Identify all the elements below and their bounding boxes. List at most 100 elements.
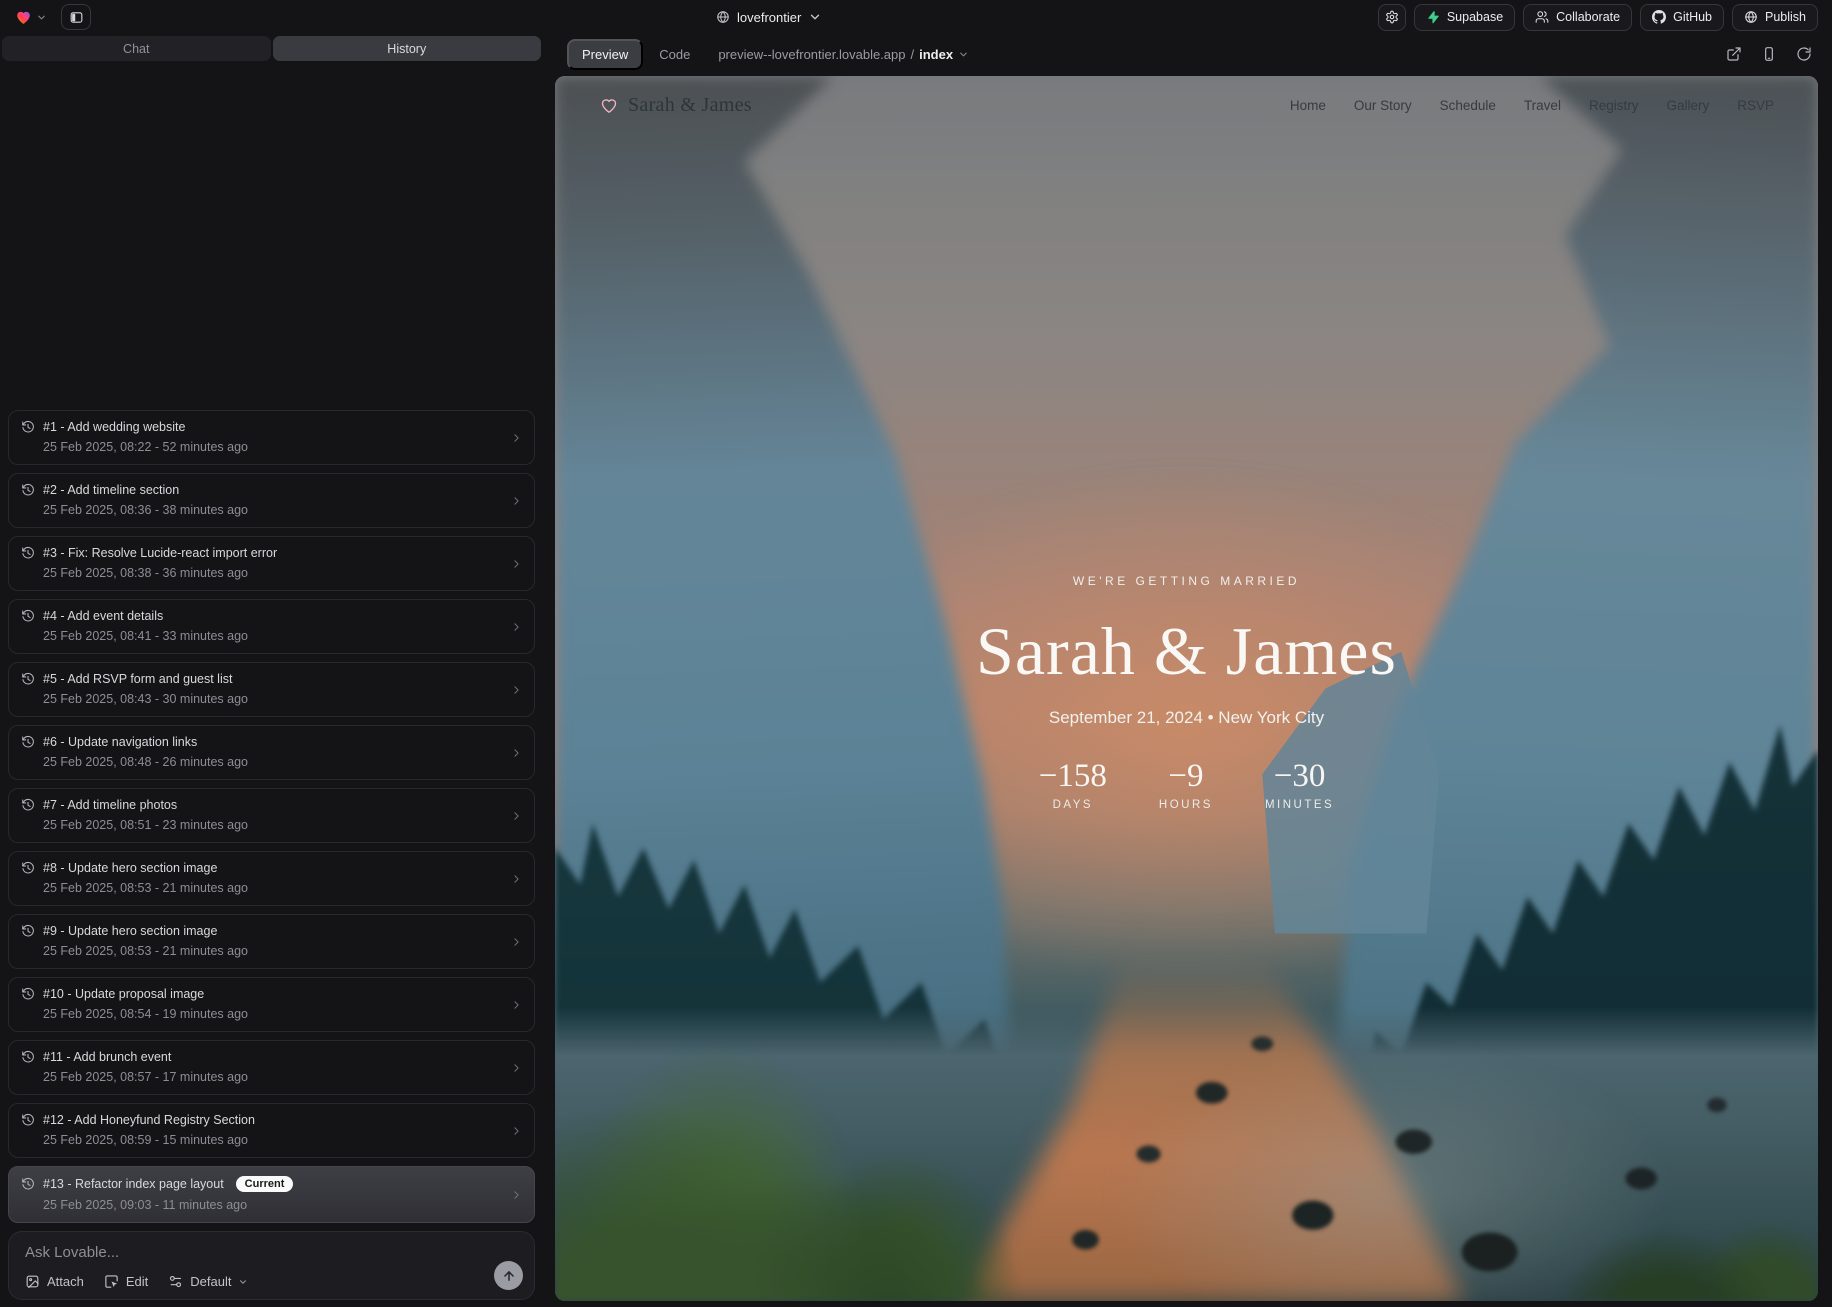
external-link-button[interactable] — [1726, 46, 1742, 62]
smartphone-button[interactable] — [1761, 46, 1777, 62]
site-header: Sarah & James Home Our Story Schedule Trave… — [555, 76, 1818, 134]
history-item[interactable]: #2 - Add timeline section25 Feb 2025, 08… — [8, 473, 535, 528]
history-icon — [21, 1177, 35, 1191]
preview-tool-buttons — [1726, 46, 1812, 62]
project-selector[interactable]: lovefrontier — [716, 0, 822, 34]
site-brand[interactable]: Sarah & James — [599, 94, 752, 117]
github-label: GitHub — [1673, 10, 1712, 24]
history-icon — [21, 798, 35, 812]
chevron-right-icon — [510, 431, 523, 444]
preview-url-selector[interactable]: preview--lovefrontier.lovable.app / inde… — [718, 47, 969, 62]
supabase-button[interactable]: Supabase — [1414, 4, 1515, 31]
history-item-title: #13 - Refactor index page layout — [43, 1177, 224, 1191]
history-item-timestamp: 25 Feb 2025, 08:48 - 26 minutes ago — [43, 755, 500, 769]
send-button[interactable] — [494, 1261, 523, 1290]
chevron-right-icon — [510, 1188, 523, 1201]
history-item-timestamp: 25 Feb 2025, 08:53 - 21 minutes ago — [43, 944, 500, 958]
history-item-title: #1 - Add wedding website — [43, 420, 185, 434]
site-brand-name: Sarah & James — [628, 94, 752, 117]
hero-content: WE'RE GETTING MARRIED Sarah & James Sept… — [555, 76, 1818, 1301]
chevron-right-icon — [510, 557, 523, 570]
countdown-minutes: −30MINUTES — [1265, 760, 1334, 811]
history-item[interactable]: #8 - Update hero section image25 Feb 202… — [8, 851, 535, 906]
tab-chat[interactable]: Chat — [2, 36, 271, 61]
lovable-app: lovefrontier Supabase Collaborate GitHub Pu… — [0, 0, 1832, 1307]
history-item[interactable]: #5 - Add RSVP form and guest list25 Feb … — [8, 662, 535, 717]
collaborate-label: Collaborate — [1556, 10, 1620, 24]
history-icon — [21, 1113, 35, 1127]
tab-history[interactable]: History — [273, 36, 542, 61]
nav-link-home[interactable]: Home — [1290, 98, 1326, 113]
countdown-value: −158 — [1039, 760, 1107, 793]
history-icon — [21, 546, 35, 560]
publish-button[interactable]: Publish — [1732, 4, 1818, 31]
chevron-right-icon — [510, 494, 523, 507]
history-item-title: #3 - Fix: Resolve Lucide-react import er… — [43, 546, 277, 560]
panel-left-icon — [69, 10, 84, 25]
countdown: −158DAYS−9HOURS−30MINUTES — [1039, 760, 1334, 811]
lovable-menu-button[interactable] — [14, 8, 47, 26]
chevron-right-icon — [510, 872, 523, 885]
settings-button[interactable] — [1378, 4, 1406, 31]
preview-toolbar: Preview Code preview--lovefrontier.lovab… — [543, 34, 1832, 74]
history-item[interactable]: #12 - Add Honeyfund Registry Section25 F… — [8, 1103, 535, 1158]
history-item[interactable]: #3 - Fix: Resolve Lucide-react import er… — [8, 536, 535, 591]
history-item-timestamp: 25 Feb 2025, 08:57 - 17 minutes ago — [43, 1070, 500, 1084]
preview-frame-wrap: Sarah & James Home Our Story Schedule Trave… — [543, 74, 1832, 1307]
history-item-timestamp: 25 Feb 2025, 08:53 - 21 minutes ago — [43, 881, 500, 895]
github-button[interactable]: GitHub — [1640, 4, 1724, 31]
refresh-button[interactable] — [1796, 46, 1812, 62]
history-item-timestamp: 25 Feb 2025, 08:36 - 38 minutes ago — [43, 503, 500, 517]
history-item-timestamp: 25 Feb 2025, 09:03 - 11 minutes ago — [43, 1198, 500, 1212]
collaborate-button[interactable]: Collaborate — [1523, 4, 1632, 31]
tab-preview[interactable]: Preview — [567, 39, 643, 70]
chevron-down-icon — [238, 1277, 248, 1287]
chevron-right-icon — [510, 809, 523, 822]
history-item-title: #10 - Update proposal image — [43, 987, 204, 1001]
history-item[interactable]: #1 - Add wedding website 25 Feb 2025, 08:… — [8, 410, 535, 465]
sliders-icon — [168, 1274, 183, 1289]
nav-link-our-story[interactable]: Our Story — [1354, 98, 1412, 113]
history-item-title: #12 - Add Honeyfund Registry Section — [43, 1113, 255, 1127]
history-item[interactable]: #7 - Add timeline photos25 Feb 2025, 08:… — [8, 788, 535, 843]
nav-link-gallery[interactable]: Gallery — [1666, 98, 1709, 113]
wedding-site-preview: Sarah & James Home Our Story Schedule Trave… — [555, 76, 1818, 1301]
preview-url-host: preview--lovefrontier.lovable.app — [718, 47, 905, 62]
history-item[interactable]: #13 - Refactor index page layoutCurrent2… — [8, 1166, 535, 1223]
globe-icon — [716, 10, 730, 24]
prompt-input[interactable]: Ask Lovable... — [25, 1244, 520, 1261]
history-item[interactable]: #11 - Add brunch event 25 Feb 2025, 08:57… — [8, 1040, 535, 1095]
image-icon — [25, 1274, 40, 1289]
edit-button[interactable]: Edit — [104, 1274, 148, 1289]
history-icon — [21, 924, 35, 938]
countdown-hours: −9HOURS — [1159, 760, 1213, 811]
site-nav: Home Our Story Schedule Travel Registry Galle… — [1290, 98, 1774, 113]
history-item[interactable]: #4 - Add event details25 Feb 2025, 08:41… — [8, 599, 535, 654]
github-icon — [1652, 10, 1666, 24]
hero-date-location: September 21, 2024 • New York City — [1049, 708, 1324, 728]
history-item[interactable]: #10 - Update proposal image25 Feb 2025, … — [8, 977, 535, 1032]
default-button[interactable]: Default — [168, 1274, 248, 1289]
history-icon — [21, 420, 35, 434]
history-item-timestamp: 25 Feb 2025, 08:22 - 52 minutes ago — [43, 440, 500, 454]
top-bar-left — [14, 4, 91, 30]
users-icon — [1535, 10, 1549, 24]
history-item-timestamp: 25 Feb 2025, 08:51 - 23 minutes ago — [43, 818, 500, 832]
history-item-title: #11 - Add brunch event — [43, 1050, 171, 1064]
nav-link-rsvp[interactable]: RSVP — [1737, 98, 1774, 113]
lovable-heart-icon — [14, 8, 33, 26]
nav-link-travel[interactable]: Travel — [1524, 98, 1561, 113]
nav-link-registry[interactable]: Registry — [1589, 98, 1639, 113]
gear-icon — [1385, 10, 1399, 24]
prompt-composer[interactable]: Ask Lovable... Attach Edit Default — [8, 1231, 535, 1300]
history-item[interactable]: #9 - Update hero section image25 Feb 202… — [8, 914, 535, 969]
history-item[interactable]: #6 - Update navigation links25 Feb 2025,… — [8, 725, 535, 780]
nav-link-schedule[interactable]: Schedule — [1440, 98, 1496, 113]
smartphone-icon — [1761, 46, 1777, 62]
default-label: Default — [190, 1274, 231, 1289]
chevron-right-icon — [510, 746, 523, 759]
history-icon — [21, 735, 35, 749]
sidebar-toggle-button[interactable] — [61, 4, 91, 30]
tab-code[interactable]: Code — [659, 47, 690, 62]
attach-button[interactable]: Attach — [25, 1274, 84, 1289]
